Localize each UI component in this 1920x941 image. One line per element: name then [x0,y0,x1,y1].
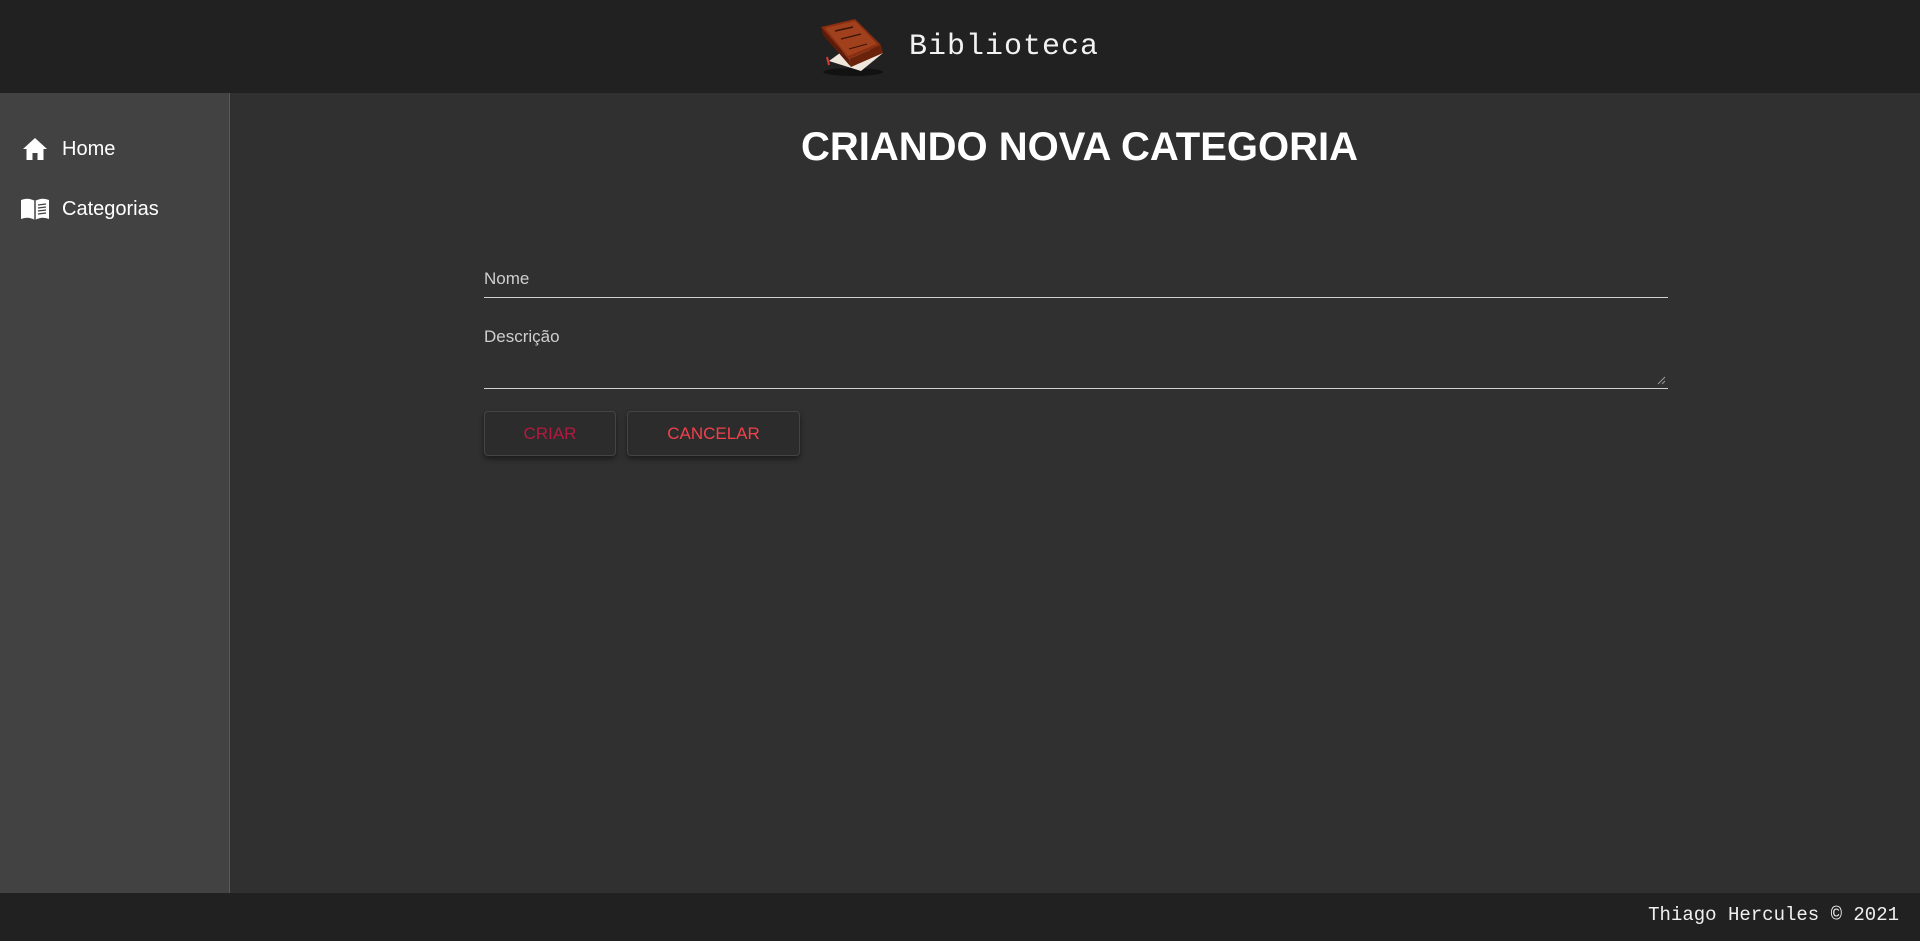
descricao-label: Descrição [484,327,560,346]
open-book-icon [20,194,50,224]
sidebar: Home Categorias [0,93,230,893]
brand[interactable]: Biblioteca [815,17,1099,77]
sidebar-item-label: Home [62,137,116,160]
home-icon [20,134,50,164]
footer-credit: Thiago Hercules © 2021 [1648,904,1899,926]
sidebar-item-home[interactable]: Home [0,119,229,179]
nome-input[interactable] [484,273,1668,295]
sidebar-item-label: Categorias [62,197,159,220]
descricao-field[interactable]: Descrição [484,321,1668,389]
resize-grip-icon[interactable] [1657,376,1666,385]
criar-button[interactable]: CRIAR [484,411,616,456]
cancelar-button[interactable]: CANCELAR [627,411,800,456]
descricao-textarea[interactable] [484,360,1668,386]
nome-field[interactable]: Nome [484,249,1668,298]
app-header: Biblioteca [0,0,1920,93]
sidebar-item-categorias[interactable]: Categorias [0,179,229,239]
form-actions: CRIAR CANCELAR [484,411,1668,456]
app-title: Biblioteca [908,29,1100,64]
main-content: CRIANDO NOVA CATEGORIA Nome Descrição CR… [231,93,1920,893]
book-icon [820,18,883,76]
page-title: CRIANDO NOVA CATEGORIA [800,125,1359,169]
app-footer: Thiago Hercules © 2021 [0,893,1920,941]
category-form: Nome Descrição CRIAR CANCELAR [484,249,1668,456]
